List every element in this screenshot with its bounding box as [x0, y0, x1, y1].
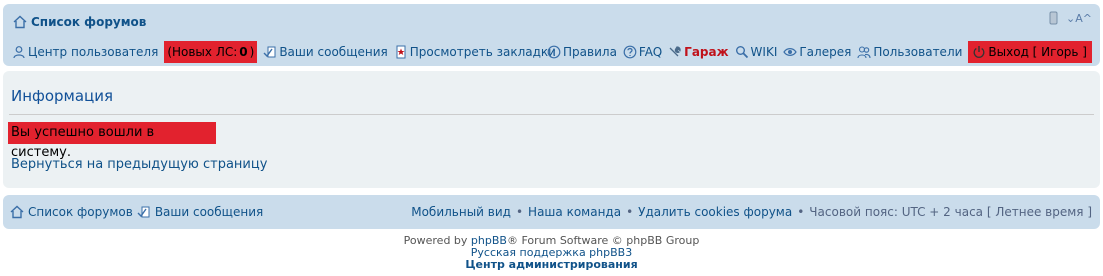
copyright: Powered by phpBB® Forum Software © phpBB…: [0, 235, 1103, 271]
footer-right: Мобильный вид • Наша команда • Удалить c…: [411, 205, 1092, 219]
chevron-down-icon: ⌄: [1066, 11, 1076, 25]
your-posts-link[interactable]: Ваши сообщения: [263, 45, 388, 59]
your-posts-label: Ваши сообщения: [279, 45, 388, 59]
footer-your-posts-link[interactable]: Ваши сообщения: [155, 205, 263, 219]
delete-cookies-link[interactable]: Удалить cookies форума: [638, 205, 792, 219]
search-icon: [735, 45, 749, 59]
team-link[interactable]: Наша команда: [528, 205, 621, 219]
separator-dot: •: [626, 205, 634, 219]
posts-icon: [137, 205, 151, 219]
bookmarks-link[interactable]: Просмотреть закладки: [394, 45, 556, 59]
footer-left: Список форумов Ваши сообщения: [10, 205, 263, 219]
forum-index-link[interactable]: Список форумов: [13, 15, 146, 29]
mobile-icon[interactable]: [1046, 11, 1060, 25]
bookmarks-label: Просмотреть закладки: [409, 45, 556, 59]
logout-link[interactable]: Выход [ Игорь ]: [968, 41, 1092, 63]
gallery-label: Галерея: [799, 45, 852, 59]
nav-right: Правила FAQ Гараж WIKI Галерея Пользоват…: [547, 41, 1092, 63]
members-label: Пользователи: [873, 45, 963, 59]
members-icon: [857, 45, 871, 59]
acp-link[interactable]: Центр администрирования: [0, 259, 1103, 271]
gallery-link[interactable]: Галерея: [783, 45, 851, 59]
font-size-control[interactable]: ⌄A^: [1066, 12, 1092, 25]
home-icon: [10, 205, 24, 219]
back-link[interactable]: Вернуться на предыдущую страницу: [11, 157, 267, 172]
separator-dot: •: [515, 205, 524, 219]
new-pm-link[interactable]: (Новых ЛС: 0): [164, 41, 258, 63]
info-title: Информация: [11, 87, 114, 105]
wrench-icon: [668, 45, 682, 59]
garage-link[interactable]: Гараж: [668, 45, 729, 59]
info-panel: Информация Вы успешно вошли в систему. В…: [3, 71, 1100, 188]
bookmark-icon: [394, 45, 408, 59]
help-icon: [623, 45, 637, 59]
new-pm-count: 0: [239, 45, 248, 59]
members-link[interactable]: Пользователи: [857, 45, 962, 59]
garage-label: Гараж: [684, 45, 729, 59]
info-icon: [547, 45, 561, 59]
ucp-link[interactable]: Центр пользователя: [12, 45, 158, 59]
rules-label: Правила: [563, 45, 617, 59]
mobile-view-link[interactable]: Мобильный вид: [411, 205, 511, 219]
timezone-text: Часовой пояс: UTC + 2 часа [ Летнее врем…: [809, 205, 1092, 219]
separator-dot: •: [797, 205, 805, 219]
eye-icon: [783, 45, 798, 59]
logout-label: Выход [ Игорь ]: [988, 45, 1087, 59]
font-tools: ⌄A^: [1046, 11, 1092, 25]
faq-link[interactable]: FAQ: [623, 45, 662, 59]
home-icon: [13, 15, 27, 29]
nav-left: Центр пользователя (Новых ЛС: 0) Ваши со…: [12, 41, 562, 63]
power-icon: [972, 45, 986, 59]
login-success-message: Вы успешно вошли в систему.: [8, 122, 216, 160]
divider: [9, 114, 1094, 115]
ucp-label: Центр пользователя: [28, 45, 159, 59]
header-panel: Список форумов ⌄A^ Центр пользователя (Н…: [3, 4, 1100, 66]
footer-panel: Список форумов Ваши сообщения Мобильный …: [3, 195, 1100, 229]
wiki-link[interactable]: WIKI: [735, 45, 778, 59]
wiki-label: WIKI: [750, 45, 778, 59]
forum-index-label: Список форумов: [31, 15, 147, 29]
footer-forum-index-link[interactable]: Список форумов: [28, 205, 133, 219]
user-icon: [12, 45, 26, 59]
faq-label: FAQ: [638, 45, 663, 59]
posts-icon: [263, 45, 277, 59]
rules-link[interactable]: Правила: [547, 45, 617, 59]
